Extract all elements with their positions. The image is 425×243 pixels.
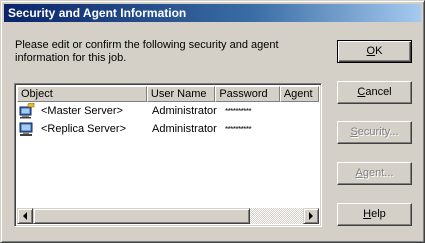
arrow-left-icon <box>23 212 27 220</box>
row-password: ********** <box>225 106 252 116</box>
dialog-window: Security and Agent Information Please ed… <box>0 0 425 243</box>
list-rows: <Master Server> Administrator ********** <box>17 102 319 138</box>
row-user-name: Administrator <box>152 123 217 135</box>
row-object-label: <Replica Server> <box>41 123 126 135</box>
list-header: Object User Name Password Agent <box>17 86 319 102</box>
scroll-right-button[interactable] <box>303 208 319 224</box>
horizontal-scrollbar[interactable] <box>17 208 319 224</box>
row-object-label: <Master Server> <box>41 105 123 117</box>
row-password: ********** <box>225 124 252 134</box>
security-agent-list[interactable]: Object User Name Password Agent <Master … <box>14 83 322 227</box>
master-server-icon <box>19 103 35 119</box>
list-row-master-server[interactable]: <Master Server> Administrator ********** <box>17 102 319 120</box>
window-title: Security and Agent Information <box>8 6 187 20</box>
instructions-text: Please edit or confirm the following sec… <box>15 39 279 64</box>
agent-button[interactable]: Agent... <box>337 162 412 185</box>
scroll-left-button[interactable] <box>17 208 33 224</box>
title-bar[interactable]: Security and Agent Information <box>4 4 421 22</box>
list-row-replica-server[interactable]: <Replica Server> Administrator *********… <box>17 120 319 138</box>
security-button[interactable]: Security... <box>337 121 412 144</box>
help-button[interactable]: Help <box>337 203 412 226</box>
ok-button[interactable]: OK <box>337 40 412 63</box>
replica-server-icon <box>19 121 35 137</box>
scrollbar-thumb[interactable] <box>33 208 250 224</box>
column-header-agent[interactable]: Agent <box>279 86 319 102</box>
column-header-object[interactable]: Object <box>17 86 147 102</box>
cancel-button[interactable]: Cancel <box>337 81 412 104</box>
column-header-password[interactable]: Password <box>215 86 280 102</box>
arrow-right-icon <box>309 212 313 220</box>
column-header-user-name[interactable]: User Name <box>146 86 216 102</box>
row-user-name: Administrator <box>152 105 217 117</box>
